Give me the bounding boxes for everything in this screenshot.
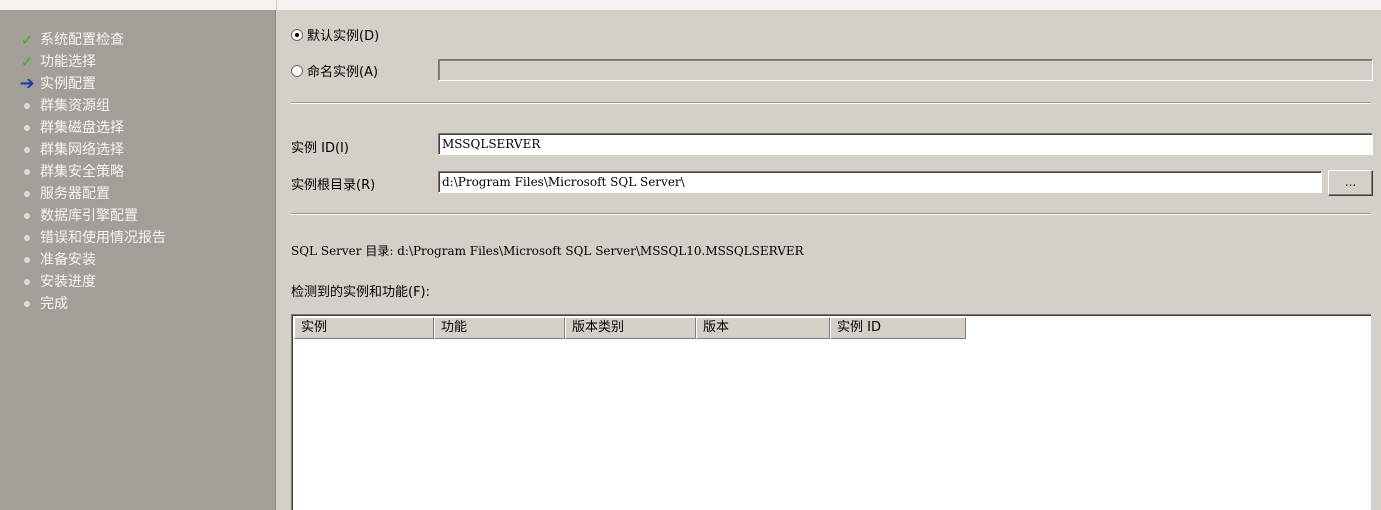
bullet-icon xyxy=(18,118,36,138)
step-label: 群集安全策略 xyxy=(40,164,124,180)
step-item-cluster-security[interactable]: 群集安全策略 xyxy=(0,162,166,184)
column-header-feature[interactable]: 功能 xyxy=(434,317,565,339)
step-item-cluster-resource-group[interactable]: 群集资源组 xyxy=(0,96,166,118)
step-item-db-engine-config[interactable]: 数据库引擎配置 xyxy=(0,206,166,228)
step-item-cluster-network[interactable]: 群集网络选择 xyxy=(0,140,166,162)
column-header-edition[interactable]: 版本类别 xyxy=(565,317,696,339)
step-label: 群集资源组 xyxy=(40,98,110,114)
step-item-error-reporting[interactable]: 错误和使用情况报告 xyxy=(0,228,166,250)
step-label: 群集磁盘选择 xyxy=(40,120,124,136)
sql-server-dir-row: SQL Server 目录: d:\Program Files\Microsof… xyxy=(291,242,804,259)
step-label: 数据库引擎配置 xyxy=(40,208,138,224)
step-label: 群集网络选择 xyxy=(40,142,124,158)
checkmark-icon: ✓ xyxy=(20,31,34,49)
detected-instances-table[interactable]: 实例 功能 版本类别 版本 实例 ID xyxy=(291,314,1371,510)
instance-root-input[interactable]: d:\Program Files\Microsoft SQL Server\ xyxy=(438,171,1322,193)
wizard-step-sidebar: ✓ 系统配置检查 ✓ 功能选择 ➔ 实例配置 群集资源组 群集磁盘选择 群集网络选择 … xyxy=(0,0,276,510)
wizard-step-list: ✓ 系统配置检查 ✓ 功能选择 ➔ 实例配置 群集资源组 群集磁盘选择 群集网络选择 … xyxy=(0,30,166,316)
panel-top-edge xyxy=(277,0,1381,10)
default-instance-label: 默认实例(D) xyxy=(307,29,380,44)
step-item-server-config[interactable]: 服务器配置 xyxy=(0,184,166,206)
step-label: 服务器配置 xyxy=(40,186,110,202)
arrow-right-icon: ➔ xyxy=(19,73,35,94)
table-header: 实例 功能 版本类别 版本 实例 ID xyxy=(294,317,966,339)
step-item-install-progress[interactable]: 安装进度 xyxy=(0,272,166,294)
checkmark-icon: ✓ xyxy=(20,53,34,71)
step-item-instance-config[interactable]: ➔ 实例配置 xyxy=(0,74,166,96)
instance-id-label: 实例 ID(I) xyxy=(291,141,349,156)
separator xyxy=(291,213,1371,215)
sidebar-top-edge xyxy=(0,0,276,10)
step-label: 实例配置 xyxy=(40,76,96,92)
step-item-system-check[interactable]: ✓ 系统配置检查 xyxy=(0,30,166,52)
bullet-icon xyxy=(18,184,36,204)
default-instance-radio[interactable] xyxy=(291,29,303,41)
sql-server-dir-label: SQL Server 目录: xyxy=(291,244,394,258)
step-item-complete[interactable]: 完成 xyxy=(0,294,166,316)
step-label: 系统配置检查 xyxy=(40,32,124,48)
bullet-icon xyxy=(18,96,36,116)
step-label: 安装进度 xyxy=(40,274,96,290)
instance-id-input[interactable]: MSSQLSERVER xyxy=(438,133,1373,155)
step-label: 准备安装 xyxy=(40,252,96,268)
named-instance-input[interactable] xyxy=(438,59,1373,81)
step-label: 完成 xyxy=(40,296,68,312)
bullet-icon xyxy=(18,250,36,270)
bullet-icon xyxy=(18,272,36,292)
bullet-icon xyxy=(18,162,36,182)
bullet-icon xyxy=(18,206,36,226)
bullet-icon xyxy=(18,294,36,314)
bullet-icon xyxy=(18,228,36,248)
column-header-instance[interactable]: 实例 xyxy=(294,317,434,339)
step-item-feature-selection[interactable]: ✓ 功能选择 xyxy=(0,52,166,74)
default-instance-option[interactable]: 默认实例(D) xyxy=(291,25,379,44)
named-instance-option[interactable]: 命名实例(A) xyxy=(291,61,378,80)
named-instance-radio[interactable] xyxy=(291,65,303,77)
step-item-ready-to-install[interactable]: 准备安装 xyxy=(0,250,166,272)
instance-root-label: 实例根目录(R) xyxy=(291,178,376,193)
sql-server-dir-value: d:\Program Files\Microsoft SQL Server\MS… xyxy=(397,244,804,258)
bullet-icon xyxy=(18,140,36,160)
separator xyxy=(291,102,1371,104)
column-header-version[interactable]: 版本 xyxy=(696,317,830,339)
named-instance-label: 命名实例(A) xyxy=(307,65,379,80)
step-label: 错误和使用情况报告 xyxy=(40,230,166,246)
column-header-instance-id[interactable]: 实例 ID xyxy=(830,317,966,339)
step-item-cluster-disk[interactable]: 群集磁盘选择 xyxy=(0,118,166,140)
step-label: 功能选择 xyxy=(40,54,96,70)
browse-button[interactable]: ... xyxy=(1328,170,1373,196)
instance-config-panel: 默认实例(D) 命名实例(A) 实例 ID(I) MSSQLSERVER 实例根… xyxy=(277,0,1381,510)
detected-instances-label: 检测到的实例和功能(F): xyxy=(291,285,431,300)
